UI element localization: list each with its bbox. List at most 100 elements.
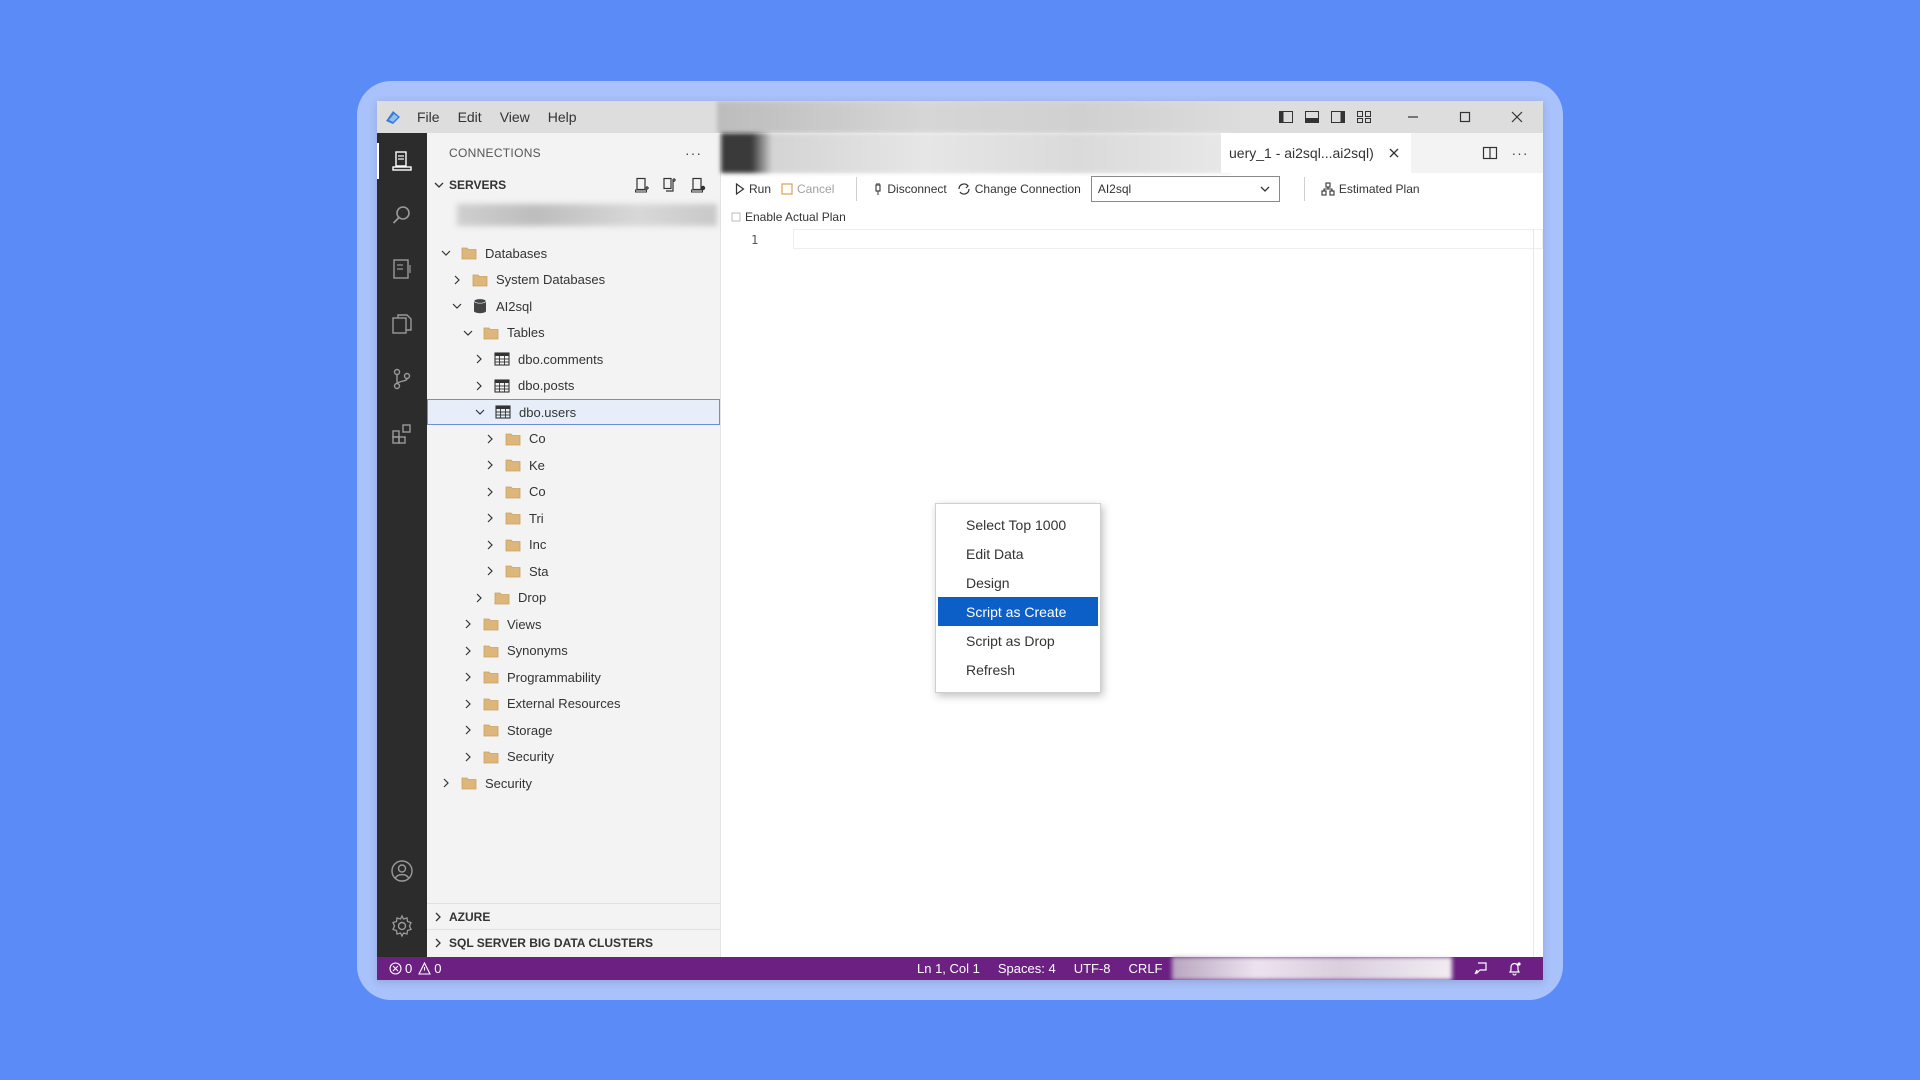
chevron-right-icon[interactable] [472,352,486,366]
change-connection-button[interactable]: Change Connection [957,182,1081,196]
chevron-right-icon[interactable] [483,564,497,578]
connections-icon[interactable] [390,149,414,173]
explorer-icon[interactable] [390,312,414,336]
code-editor[interactable]: 1 [721,229,1543,957]
new-server-group-icon[interactable] [656,175,684,195]
cancel-button[interactable]: Cancel [781,182,834,196]
tree-item[interactable]: System Databases [427,267,720,293]
toggle-secondary-sidebar-icon[interactable] [1325,101,1351,133]
tree-item[interactable]: dbo.posts [427,373,720,399]
chevron-right-icon[interactable] [439,776,453,790]
menu-item-select-top-1000[interactable]: Select Top 1000 [936,510,1100,539]
close-window-icon[interactable] [1491,101,1543,133]
tree-item[interactable]: Tables [427,320,720,346]
tree-item[interactable]: Synonyms [427,638,720,664]
toggle-primary-sidebar-icon[interactable] [1273,101,1299,133]
menu-item-design[interactable]: Design [936,568,1100,597]
minimize-icon[interactable] [1387,101,1439,133]
feedback-icon[interactable] [1463,961,1497,976]
tree-item[interactable]: Drop [427,585,720,611]
problems-indicator[interactable]: 0 0 [389,961,444,976]
chevron-right-icon[interactable] [483,485,497,499]
chevron-right-icon[interactable] [461,670,475,684]
notebooks-icon[interactable] [390,257,414,281]
database-select[interactable]: AI2sql [1090,176,1280,202]
big-data-clusters-section-header[interactable]: SQL SERVER BIG DATA CLUSTERS [427,929,721,955]
azure-section-header[interactable]: AZURE [427,903,721,929]
encoding[interactable]: UTF-8 [1074,961,1111,976]
chevron-down-icon[interactable] [461,326,475,340]
tree-item[interactable]: Storage [427,717,720,743]
accounts-icon[interactable] [390,859,414,883]
chevron-right-icon[interactable] [483,458,497,472]
new-connection-icon[interactable] [628,175,656,195]
menu-item-script-as-drop[interactable]: Script as Drop [936,626,1100,655]
folder-icon [483,749,499,765]
tree-item[interactable]: Security [427,770,720,796]
maximize-icon[interactable] [1439,101,1491,133]
chevron-down-icon[interactable] [473,405,487,419]
chevron-right-icon[interactable] [483,538,497,552]
current-line-highlight [793,229,1543,249]
chevron-right-icon[interactable] [483,432,497,446]
tree-item[interactable]: Sta [427,558,720,584]
disconnect-button[interactable]: Disconnect [873,182,947,196]
tree-item[interactable]: dbo.users [427,399,720,425]
menu-item-script-as-create[interactable]: Script as Create [938,597,1098,626]
more-actions-icon[interactable]: ··· [685,145,702,161]
estimated-plan-button[interactable]: Estimated Plan [1321,182,1420,196]
change-connection-label: Change Connection [974,182,1081,196]
tree-item[interactable]: Inc [427,532,720,558]
chevron-right-icon[interactable] [461,750,475,764]
more-editor-actions-icon[interactable]: ··· [1505,145,1535,161]
app-window: File Edit View Help CONNECTIONS ··· SERV… [377,101,1543,980]
source-control-icon[interactable] [390,367,414,391]
indentation[interactable]: Spaces: 4 [998,961,1056,976]
search-icon[interactable] [390,203,414,227]
chevron-right-icon[interactable] [472,591,486,605]
tree-item[interactable]: Tri [427,505,720,531]
menu-view[interactable]: View [500,109,530,125]
settings-gear-icon[interactable] [390,914,414,938]
chevron-right-icon[interactable] [472,379,486,393]
tab-query[interactable]: uery_1 - ai2sql...ai2sql) [1221,133,1411,173]
tree-item[interactable]: dbo.comments [427,346,720,372]
run-button[interactable]: Run [735,182,771,196]
chevron-down-icon[interactable] [450,299,464,313]
chevron-right-icon[interactable] [461,617,475,631]
end-of-line[interactable]: CRLF [1129,961,1163,976]
tree-item[interactable]: Views [427,611,720,637]
chevron-right-icon[interactable] [461,644,475,658]
enable-actual-plan-toggle[interactable]: Enable Actual Plan [731,210,846,224]
tree-item[interactable]: AI2sql [427,293,720,319]
servers-section-header[interactable]: SERVERS [427,173,720,197]
chevron-right-icon[interactable] [461,697,475,711]
notifications-bell-icon[interactable] [1497,961,1531,976]
tree-item[interactable]: Programmability [427,664,720,690]
tree-item-label: Databases [485,245,548,261]
customize-layout-icon[interactable] [1351,101,1377,133]
folder-icon [461,775,477,791]
tree-item[interactable]: External Resources [427,691,720,717]
tree-item[interactable]: Ke [427,452,720,478]
toggle-panel-icon[interactable] [1299,101,1325,133]
close-tab-icon[interactable] [1388,147,1400,159]
menu-file[interactable]: File [417,109,440,125]
tree-item[interactable]: Security [427,744,720,770]
chevron-down-icon[interactable] [439,246,453,260]
menu-edit[interactable]: Edit [458,109,482,125]
menu-help[interactable]: Help [548,109,577,125]
menu-item-edit-data[interactable]: Edit Data [936,539,1100,568]
extensions-icon[interactable] [390,422,414,446]
tree-item[interactable]: Co [427,426,720,452]
chevron-right-icon[interactable] [450,273,464,287]
chevron-down-icon [434,182,444,188]
chevron-right-icon[interactable] [461,723,475,737]
split-editor-icon[interactable] [1475,145,1505,161]
cursor-position[interactable]: Ln 1, Col 1 [917,961,980,976]
chevron-right-icon[interactable] [483,511,497,525]
tree-item[interactable]: Databases [427,240,720,266]
menu-item-refresh[interactable]: Refresh [936,655,1100,684]
tree-item[interactable]: Co [427,479,720,505]
active-connections-icon[interactable] [684,175,712,195]
